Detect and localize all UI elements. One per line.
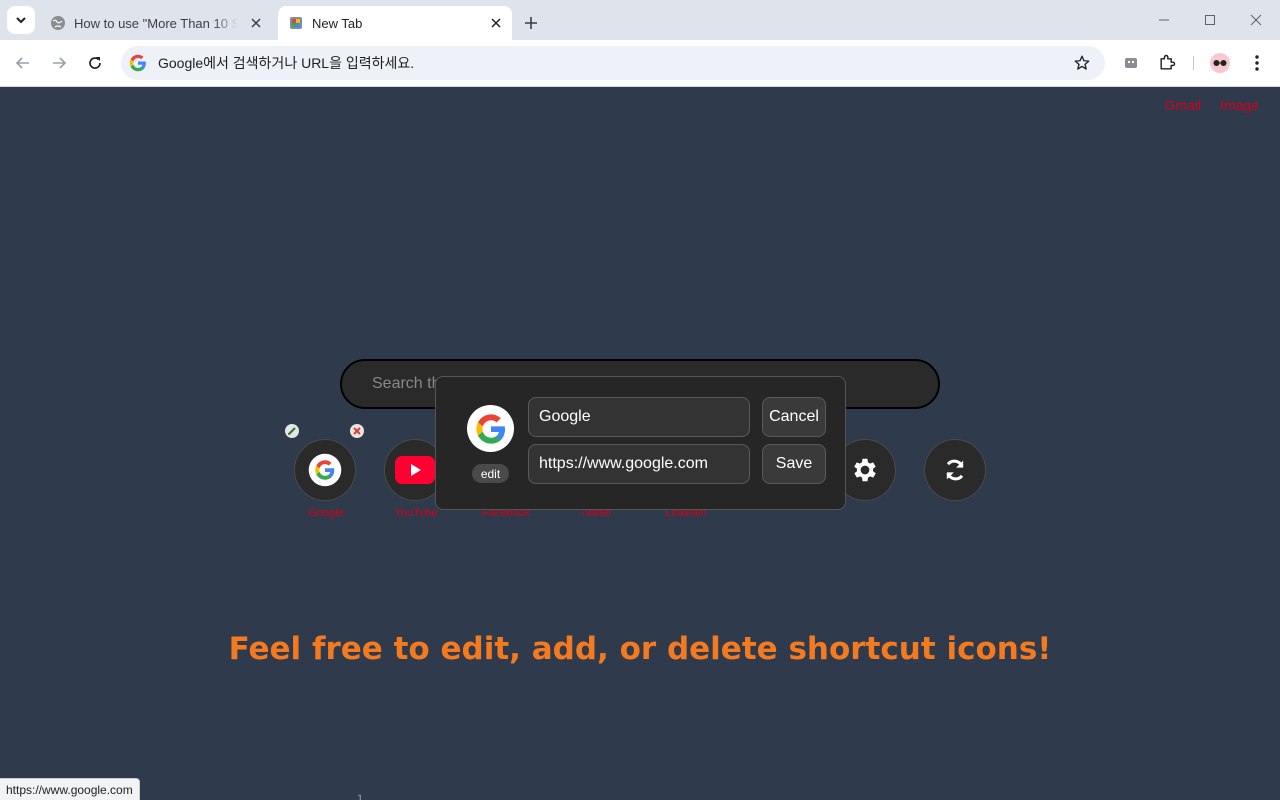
sync-icon: [946, 459, 964, 481]
close-icon: [353, 427, 361, 435]
close-icon: [1250, 14, 1262, 26]
toolbar-divider: [1193, 56, 1194, 70]
gear-icon: [854, 458, 876, 482]
omnibox-text: Google에서 검색하거나 URL을 입력하세요.: [158, 55, 415, 71]
arrow-left-icon: [15, 57, 29, 69]
new-tab-page: Gmail Image Search the Google YouTube Fa…: [0, 87, 1280, 800]
close-window-button[interactable]: [1242, 8, 1270, 32]
plus-icon: [525, 17, 537, 29]
shortcut-edit-button[interactable]: [285, 424, 299, 438]
puzzle-icon: [1160, 54, 1176, 70]
minimize-button[interactable]: [1150, 8, 1178, 32]
reload-icon: [89, 57, 101, 69]
status-url-bubble: https://www.google.com: [0, 778, 140, 800]
extension-button[interactable]: [1119, 51, 1143, 75]
shortcut-icon-preview[interactable]: [467, 405, 514, 452]
maximize-icon: [1205, 15, 1215, 25]
extensions-menu-button[interactable]: [1155, 51, 1179, 75]
tab-title: New Tab: [312, 15, 363, 31]
avatar-icon: [1210, 53, 1230, 73]
pencil-icon: [287, 427, 296, 436]
shortcut-delete-button[interactable]: [350, 424, 364, 438]
save-button[interactable]: Save: [762, 444, 826, 484]
browser-toolbar: Google에서 검색하거나 URL을 입력하세요.: [0, 40, 1280, 87]
image-link[interactable]: Image: [1220, 97, 1259, 113]
close-tab-icon[interactable]: [486, 13, 506, 33]
arrow-right-icon: [53, 57, 67, 69]
extension-app-icon: [1125, 58, 1137, 68]
shortcut-name-input[interactable]: Google: [528, 397, 750, 437]
chevron-down-icon: [16, 17, 26, 24]
kebab-menu-icon: [1255, 55, 1259, 71]
profile-avatar[interactable]: [1208, 51, 1232, 75]
tab-search-button[interactable]: [7, 6, 35, 34]
edit-icon-button[interactable]: edit: [472, 464, 509, 483]
close-tab-icon[interactable]: [246, 13, 266, 33]
minimize-icon: [1159, 19, 1169, 21]
tab-how-to-use[interactable]: How to use "More Than 10 Shortcuts": [40, 6, 272, 40]
new-tab-button[interactable]: [518, 10, 544, 36]
sync-button[interactable]: [924, 439, 986, 501]
google-icon: [129, 54, 146, 72]
address-bar[interactable]: Google에서 검색하거나 URL을 입력하세요.: [121, 46, 1105, 80]
tagline: Feel free to edit, add, or delete shortc…: [228, 631, 1052, 667]
extension-favicon-icon: [290, 17, 302, 29]
tab-title: How to use "More Than 10 Shortcuts": [74, 15, 238, 31]
reload-button[interactable]: [81, 49, 109, 77]
shortcut-label-google: Google: [308, 507, 344, 519]
google-icon: [475, 413, 505, 444]
tab-strip: How to use "More Than 10 Shortcuts" New …: [0, 0, 1280, 40]
cancel-button[interactable]: Cancel: [762, 397, 826, 437]
shortcut-google[interactable]: [294, 439, 356, 501]
top-links: Gmail Image: [1165, 97, 1259, 113]
youtube-icon: [395, 456, 435, 484]
tab-new-tab[interactable]: New Tab: [278, 6, 512, 40]
footer-text: 1: [357, 793, 364, 800]
shortcut-url-input[interactable]: https://www.google.com: [528, 444, 750, 484]
back-button[interactable]: [9, 49, 37, 77]
gmail-link[interactable]: Gmail: [1165, 97, 1202, 113]
google-icon: [308, 453, 342, 487]
forward-button[interactable]: [45, 49, 73, 77]
maximize-button[interactable]: [1196, 8, 1224, 32]
bookmark-star-icon[interactable]: [1073, 54, 1091, 72]
chrome-menu-button[interactable]: [1245, 51, 1269, 75]
globe-icon: [51, 16, 65, 30]
edit-shortcut-dialog: edit Google https://www.google.com Cance…: [435, 376, 846, 510]
